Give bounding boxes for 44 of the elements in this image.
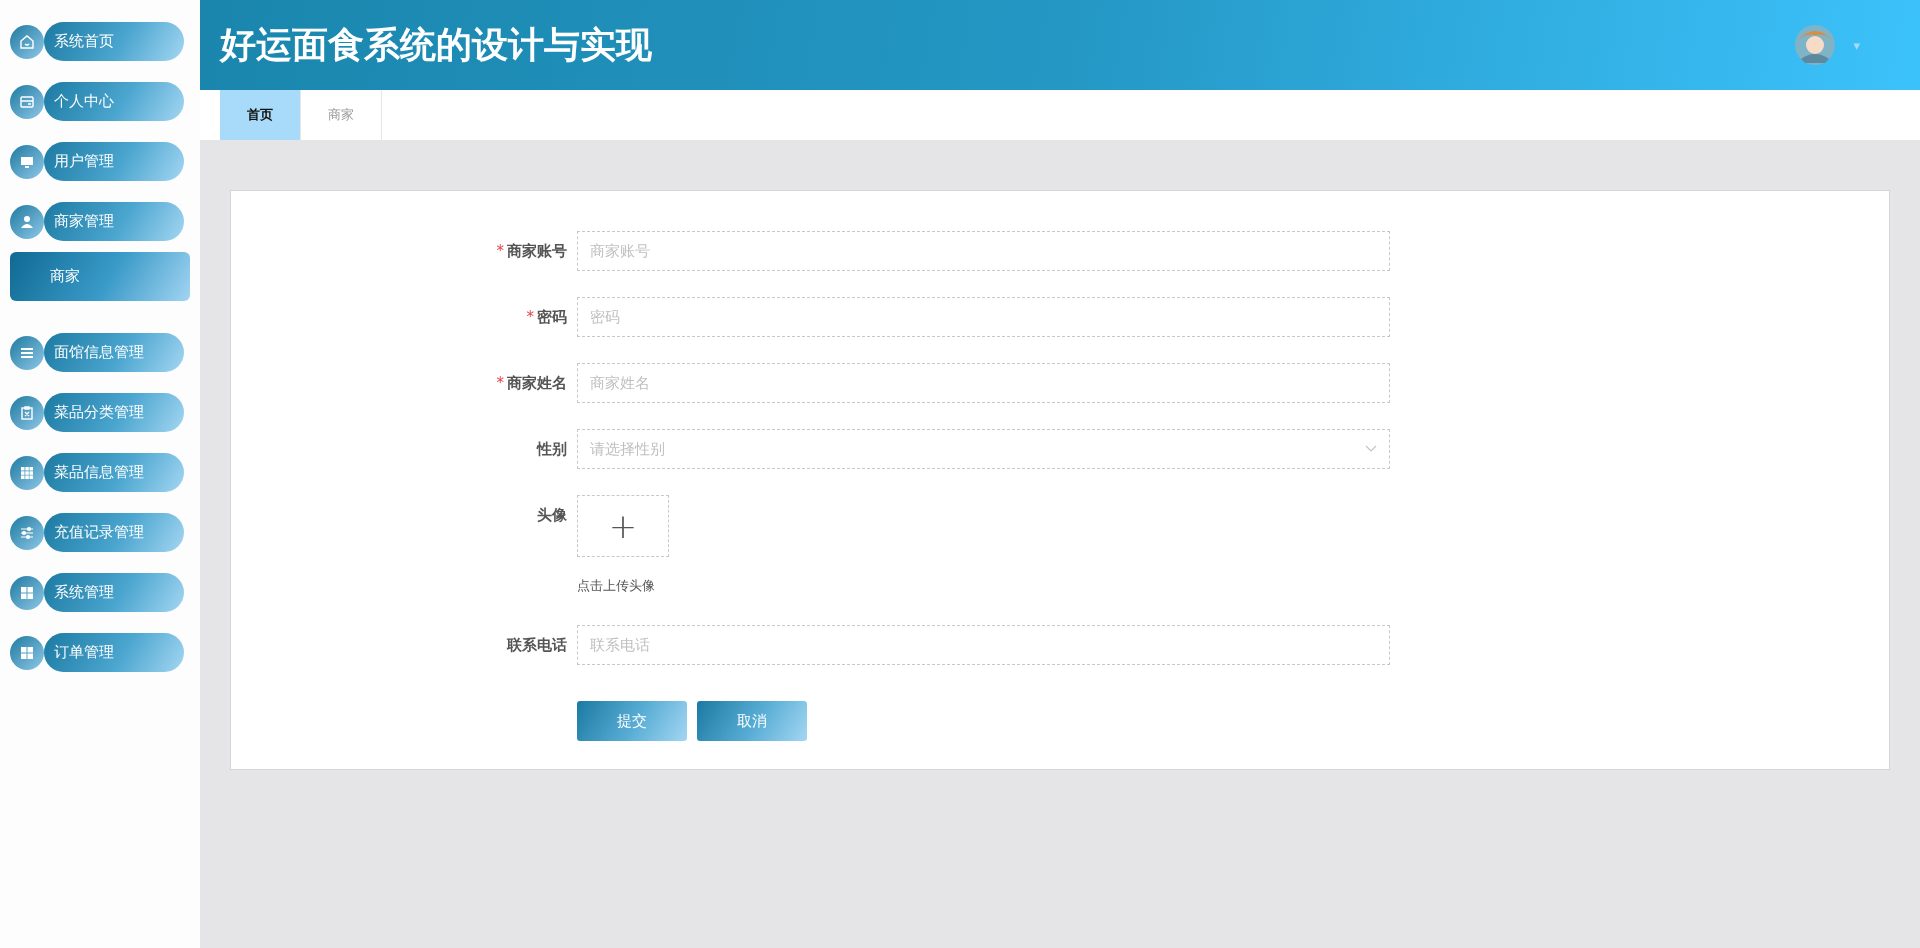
submit-button[interactable]: 提交 xyxy=(577,701,687,741)
field-label: 联系电话 xyxy=(507,635,567,655)
menu-icon xyxy=(10,455,44,490)
submenu-item[interactable]: 商家 xyxy=(10,252,190,301)
cancel-button[interactable]: 取消 xyxy=(697,701,807,741)
menu-icon xyxy=(10,335,44,370)
tab[interactable]: 首页 xyxy=(220,90,301,140)
tab[interactable]: 商家 xyxy=(301,90,382,140)
avatar[interactable] xyxy=(1795,25,1836,65)
field-label: 头像 xyxy=(537,505,567,525)
menu-icon xyxy=(10,575,44,610)
select-field[interactable]: 请选择性别 xyxy=(577,429,1390,469)
menu-icon xyxy=(10,204,44,239)
chevron-down-icon xyxy=(1365,445,1377,453)
menu-icon xyxy=(10,144,44,179)
input-field[interactable]: 密码 xyxy=(577,297,1390,337)
required-mark: * xyxy=(496,242,504,260)
menu-item[interactable]: 菜品分类管理 xyxy=(44,393,184,432)
field-label: 性别 xyxy=(537,439,567,459)
menu-item[interactable]: 系统首页 xyxy=(44,22,184,61)
app-title: 好运面食系统的设计与实现 xyxy=(220,22,652,67)
menu-item[interactable]: 用户管理 xyxy=(44,142,184,181)
upload-box[interactable]: + xyxy=(577,495,669,557)
menu-icon xyxy=(10,84,44,119)
menu-item[interactable]: 充值记录管理 xyxy=(44,513,184,552)
field-label: 密码 xyxy=(537,307,567,327)
menu-icon xyxy=(10,635,44,670)
menu-item[interactable]: 系统管理 xyxy=(44,573,184,612)
menu-item[interactable]: 菜品信息管理 xyxy=(44,453,184,492)
menu-icon xyxy=(10,515,44,550)
input-field[interactable]: 联系电话 xyxy=(577,625,1390,665)
input-field[interactable]: 商家姓名 xyxy=(577,363,1390,403)
menu-icon xyxy=(10,24,44,59)
field-label: 商家姓名 xyxy=(507,373,567,393)
menu-item[interactable]: 面馆信息管理 xyxy=(44,333,184,372)
menu-item[interactable]: 个人中心 xyxy=(44,82,184,121)
upload-hint: 点击上传头像 xyxy=(577,577,656,595)
field-label: 商家账号 xyxy=(507,241,567,261)
menu-item[interactable]: 订单管理 xyxy=(44,633,184,672)
menu-icon xyxy=(10,395,44,430)
required-mark: * xyxy=(496,374,504,392)
input-field[interactable]: 商家账号 xyxy=(577,231,1390,271)
required-mark: * xyxy=(526,308,534,326)
menu-item[interactable]: 商家管理 xyxy=(44,202,184,241)
